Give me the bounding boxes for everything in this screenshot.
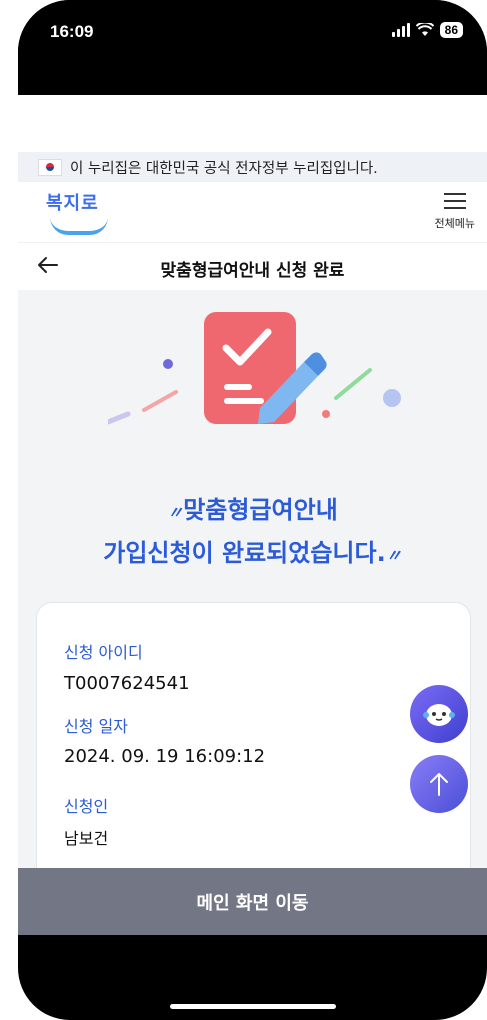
main-content: 〃맞춤형급여안내 가입신청이 완료되었습니다.〃 신청 아이디 T0007624… xyxy=(18,290,487,935)
hamburger-icon xyxy=(443,193,466,209)
go-main-button[interactable]: 메인 화면 이동 xyxy=(18,868,487,935)
apply-date-label: 신청 일자 xyxy=(64,717,128,736)
back-button[interactable] xyxy=(36,253,64,283)
gov-banner-text: 이 누리집은 대한민국 공식 전자정부 누리집입니다. xyxy=(70,160,378,177)
page-titlebar: 맞춤형급여안내 신청 완료 xyxy=(18,243,487,294)
page-title: 맞춤형급여안내 신청 완료 xyxy=(160,260,345,281)
battery-level: 86 xyxy=(439,22,463,38)
device-frame: 16:09 86 이 누리집은 대한민국 공식 전자정부 누리집입니다. 복지로… xyxy=(0,0,487,1020)
top-spacer xyxy=(18,95,487,152)
system-indicators: 86 xyxy=(391,22,463,38)
wifi-icon xyxy=(415,23,434,36)
apply-id-label: 신청 아이디 xyxy=(64,643,143,662)
browser-screen: 이 누리집은 대한민국 공식 전자정부 누리집입니다. 복지로 전체메뉴 맞춤형… xyxy=(18,95,487,935)
logo-text: 복지로 xyxy=(46,193,99,214)
apply-id-value: T0007624541 xyxy=(64,673,190,694)
message-line1: 맞춤형급여안내 xyxy=(183,496,338,524)
applicant-label: 신청인 xyxy=(64,797,109,816)
menu-label: 전체메뉴 xyxy=(434,217,475,230)
applicant-value: 남보건 xyxy=(64,829,109,848)
message-line2: 가입신청이 완료되었습니다. xyxy=(103,539,386,567)
scroll-top-button[interactable] xyxy=(410,755,468,813)
status-time: 16:09 xyxy=(50,22,94,41)
korea-flag-icon xyxy=(38,158,62,176)
chatbot-icon xyxy=(423,704,455,726)
site-header: 복지로 전체메뉴 xyxy=(18,182,487,243)
completion-message: 〃맞춤형급여안내 가입신청이 완료되었습니다.〃 xyxy=(103,496,402,567)
logo-smile xyxy=(50,217,108,235)
home-indicator xyxy=(170,1004,336,1009)
back-arrow-icon xyxy=(38,257,58,273)
phone: 16:09 86 이 누리집은 대한민국 공식 전자정부 누리집입니다. 복지로… xyxy=(18,0,487,1020)
gov-banner: 이 누리집은 대한민국 공식 전자정부 누리집입니다. xyxy=(18,152,487,182)
chatbot-button[interactable] xyxy=(410,685,468,743)
signal-icon xyxy=(391,23,410,37)
full-menu-button[interactable]: 전체메뉴 xyxy=(435,193,475,231)
arrow-up-icon xyxy=(430,773,448,796)
checklist-pencil-icon xyxy=(108,312,401,425)
apply-date-value: 2024. 09. 19 16:09:12 xyxy=(64,746,266,767)
application-details-card: 신청 아이디 T0007624541 신청 일자 2024. 09. 19 16… xyxy=(36,602,471,904)
status-bar: 16:09 86 xyxy=(18,0,487,95)
bokjiro-logo[interactable]: 복지로 xyxy=(46,189,116,235)
